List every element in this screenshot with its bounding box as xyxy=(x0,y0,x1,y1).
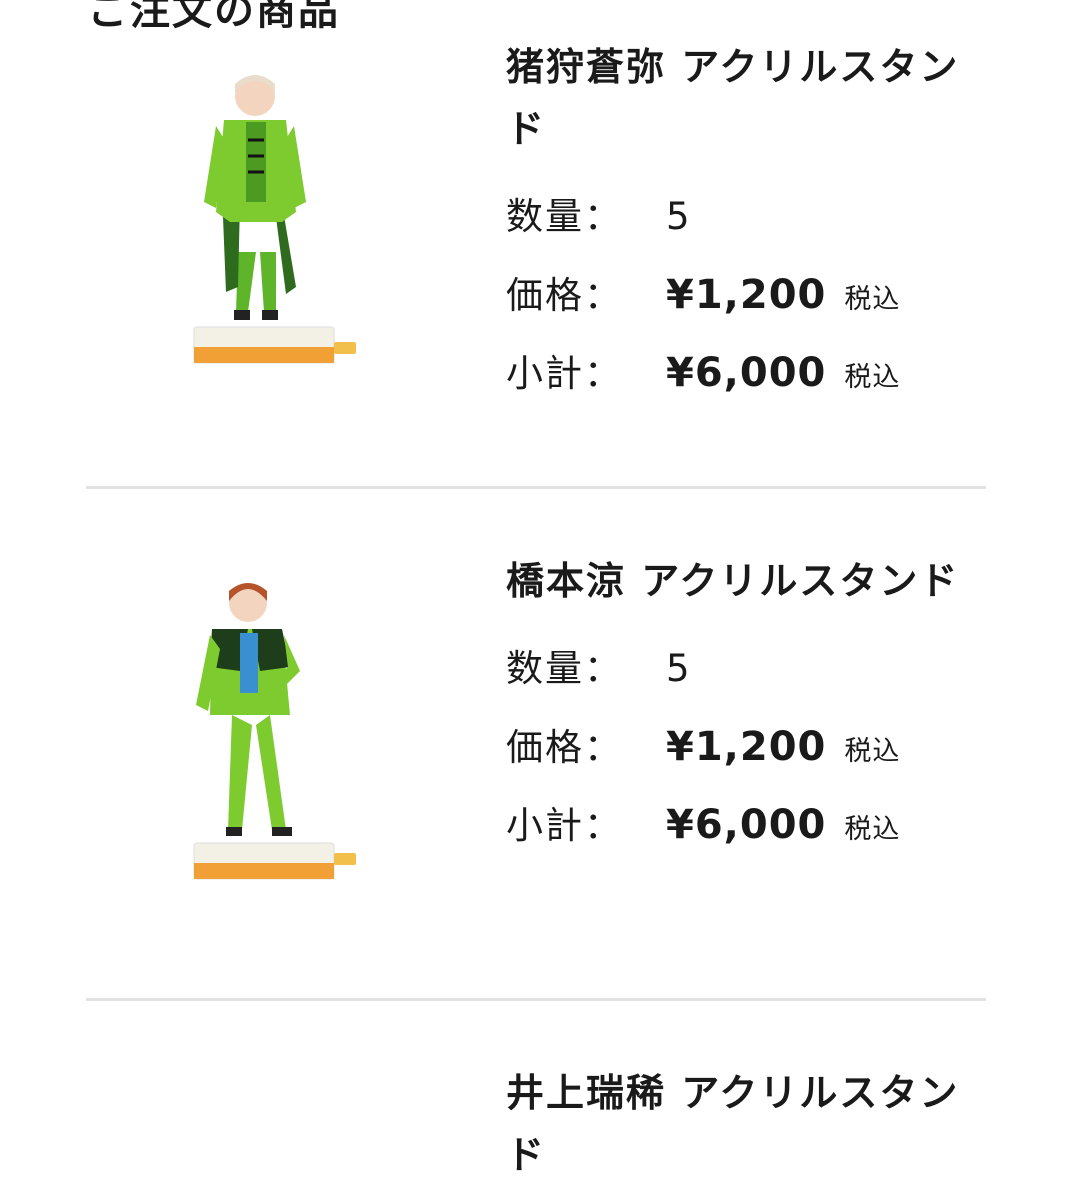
price-row: 価格： ¥1,200 税込 xyxy=(506,708,996,786)
quantity-value: 5 xyxy=(666,647,690,690)
subtotal-value: ¥6,000 xyxy=(666,350,827,396)
price-label: 価格： xyxy=(506,274,623,317)
tax-included-label: 税込 xyxy=(844,284,901,315)
price-row: 価格： ¥1,200 税込 xyxy=(506,256,996,334)
price-value: ¥1,200 xyxy=(666,724,827,770)
product-name[interactable]: 猪狩蒼弥 アクリルスタンド xyxy=(506,36,996,160)
acrylic-stand-figure-icon xyxy=(193,583,356,880)
product-image[interactable] xyxy=(190,575,370,885)
quantity-label: 数量： xyxy=(506,195,623,238)
product-image[interactable] xyxy=(190,62,370,372)
acrylic-stand-figure-icon xyxy=(193,75,356,364)
subtotal-row: 小計： ¥6,000 税込 xyxy=(506,786,996,864)
quantity-row: 数量： 5 xyxy=(506,630,996,708)
product-name[interactable]: 井上瑞稀 アクリルスタンド xyxy=(506,1062,996,1186)
section-heading: ご注文の商品 xyxy=(88,0,340,34)
tax-included-label: 税込 xyxy=(844,736,901,767)
subtotal-row: 小計： ¥6,000 税込 xyxy=(506,334,996,412)
price-label: 価格： xyxy=(506,726,623,769)
quantity-value: 5 xyxy=(666,195,690,238)
subtotal-value: ¥6,000 xyxy=(666,802,827,848)
tax-included-label: 税込 xyxy=(844,814,901,845)
subtotal-label: 小計： xyxy=(506,352,623,395)
subtotal-label: 小計： xyxy=(506,804,623,847)
price-value: ¥1,200 xyxy=(666,272,827,318)
item-divider xyxy=(86,486,986,489)
product-name[interactable]: 橋本涼 アクリルスタンド xyxy=(506,550,996,612)
tax-included-label: 税込 xyxy=(844,362,901,393)
item-divider xyxy=(86,998,986,1001)
quantity-row: 数量： 5 xyxy=(506,178,996,256)
quantity-label: 数量： xyxy=(506,647,623,690)
